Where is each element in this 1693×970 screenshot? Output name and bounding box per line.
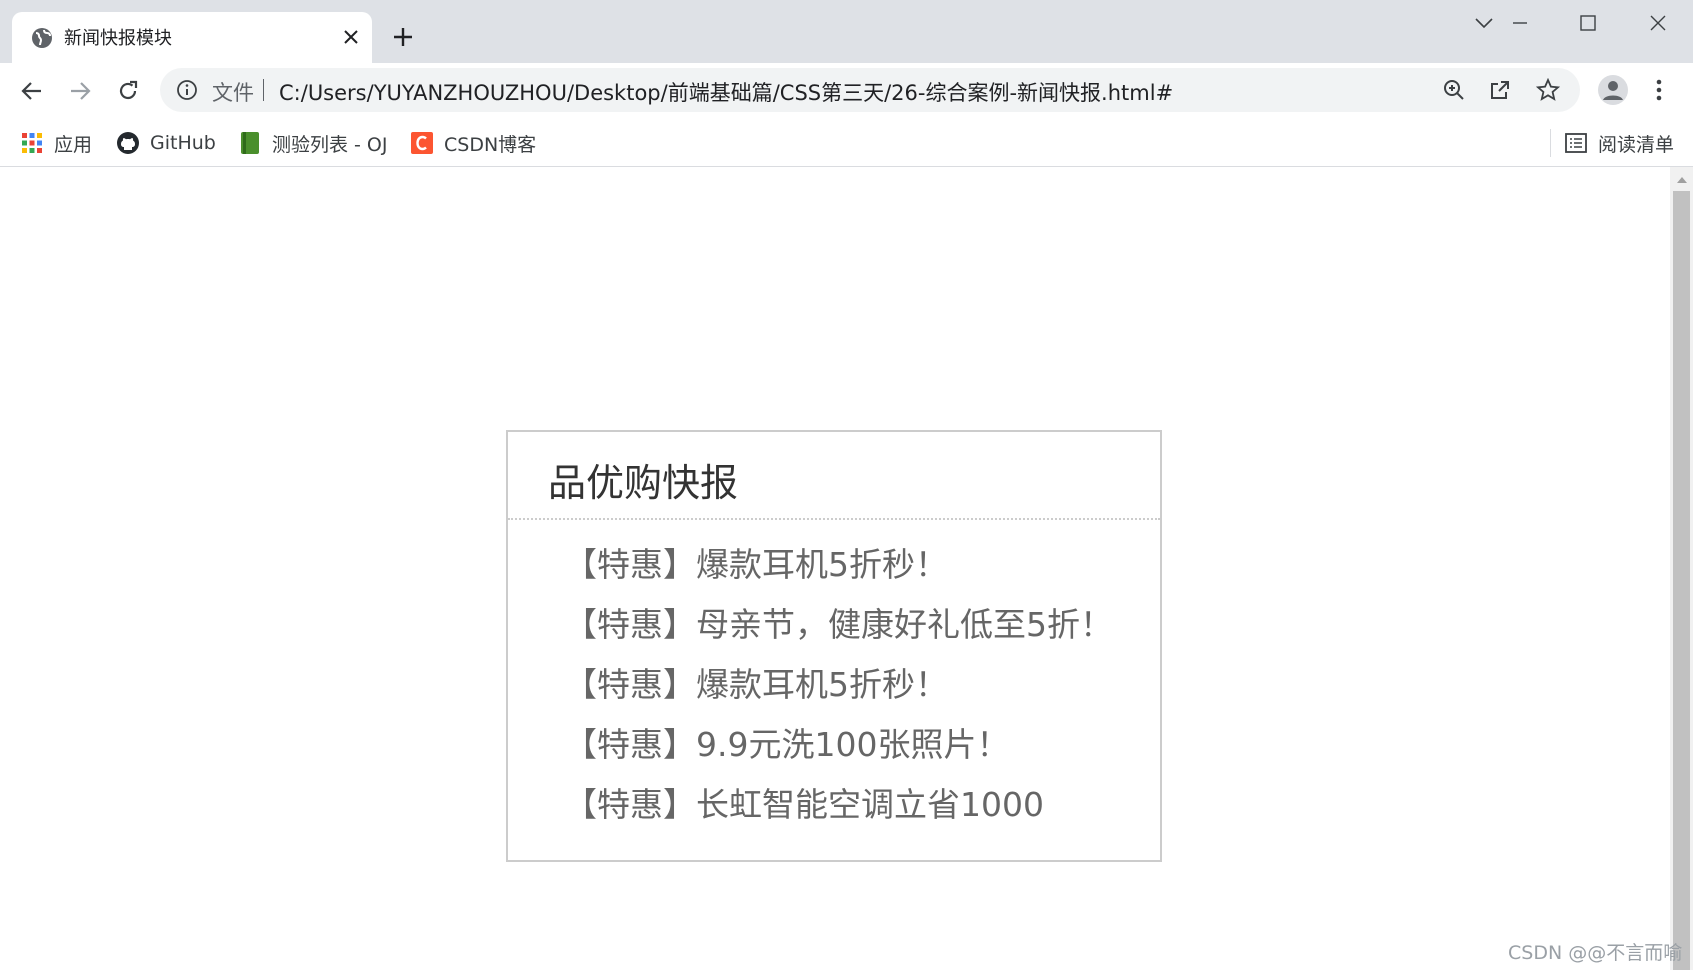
arrow-right-icon [71, 82, 91, 100]
bookmark-apps[interactable]: 应用 [20, 127, 92, 159]
chip-divider [263, 79, 264, 101]
tab-title: 新闻快报模块 [64, 28, 172, 49]
globe-icon [30, 26, 54, 50]
reading-list-button[interactable]: 阅读清单 [1564, 127, 1674, 159]
book-icon [238, 131, 262, 155]
bookmark-label: 应用 [54, 133, 93, 156]
arrow-left-icon [21, 82, 41, 100]
browser-tab[interactable]: 新闻快报模块 [12, 12, 372, 63]
url-text[interactable]: C:/Users/YUYANZHOUZHOU/Desktop/前端基础篇/CSS… [279, 77, 1173, 107]
news-header: 品优购快报 [508, 432, 1160, 520]
csdn-icon [410, 131, 434, 155]
list-item: 【特惠】9.9元洗100张照片！ [564, 723, 1113, 783]
bookmarks-bar: 应用 GitHub 测验列表 - OJ CSDN博客 阅读清单 [0, 119, 1693, 167]
news-box: 品优购快报 【特惠】爆款耳机5折秒！ 【特惠】母亲节，健康好礼低至5折！ 【特惠… [506, 430, 1162, 862]
list-item: 【特惠】爆款耳机5折秒！ [564, 663, 1113, 723]
news-link[interactable]: 【特惠】母亲节，健康好礼低至5折！ [564, 605, 1113, 644]
tab-close-icon[interactable] [336, 22, 366, 52]
news-link[interactable]: 【特惠】爆款耳机5折秒！ [564, 665, 948, 704]
watermark: CSDN @@不言而喻 [1508, 942, 1683, 964]
zoom-icon[interactable] [1440, 76, 1468, 104]
chevron-down-icon [1475, 18, 1493, 29]
kebab-menu-icon [1656, 79, 1662, 101]
tab-strip: 新闻快报模块 [0, 0, 1693, 63]
security-chip: 文件 [212, 81, 254, 105]
bookmark-star-icon[interactable] [1534, 76, 1562, 104]
list-item: 【特惠】母亲节，健康好礼低至5折！ [564, 603, 1113, 663]
page-viewport: 品优购快报 【特惠】爆款耳机5折秒！ 【特惠】母亲节，健康好礼低至5折！ 【特惠… [0, 167, 1670, 970]
close-icon [1650, 15, 1666, 31]
reload-icon [119, 80, 138, 100]
apps-grid-icon [20, 131, 44, 155]
browser-toolbar: 文件 C:/Users/YUYANZHOUZHOU/Desktop/前端基础篇/… [0, 63, 1693, 119]
bookmark-label: CSDN博客 [444, 133, 537, 156]
news-title: 品优购快报 [548, 461, 739, 505]
back-button[interactable] [14, 73, 50, 109]
reading-list-label: 阅读清单 [1598, 133, 1675, 156]
reload-button[interactable] [110, 73, 146, 109]
news-list: 【特惠】爆款耳机5折秒！ 【特惠】母亲节，健康好礼低至5折！ 【特惠】爆款耳机5… [564, 543, 1113, 843]
news-link[interactable]: 【特惠】爆款耳机5折秒！ [564, 545, 948, 584]
bookmark-oj[interactable]: 测验列表 - OJ [238, 127, 388, 159]
maximize-icon [1580, 15, 1596, 31]
minimize-button[interactable] [1498, 8, 1542, 38]
profile-avatar[interactable] [1594, 71, 1632, 109]
bookmark-github[interactable]: GitHub [116, 127, 216, 159]
address-bar[interactable]: 文件 C:/Users/YUYANZHOUZHOU/Desktop/前端基础篇/… [160, 68, 1580, 112]
bookmark-label: 测验列表 - OJ [272, 133, 388, 156]
bookmarks-divider [1550, 129, 1551, 157]
reading-list-icon [1564, 131, 1588, 155]
list-item: 【特惠】长虹智能空调立省1000 [564, 783, 1113, 843]
more-menu-button[interactable] [1644, 75, 1674, 105]
github-icon [116, 131, 140, 155]
close-window-button[interactable] [1636, 8, 1680, 38]
scroll-up-arrow-icon[interactable] [1670, 173, 1693, 187]
bookmark-csdn[interactable]: CSDN博客 [410, 127, 536, 159]
bookmark-label: GitHub [150, 132, 216, 154]
news-link[interactable]: 【特惠】长虹智能空调立省1000 [564, 785, 1044, 824]
list-item: 【特惠】爆款耳机5折秒！ [564, 543, 1113, 603]
news-link[interactable]: 【特惠】9.9元洗100张照片！ [564, 725, 1009, 764]
vertical-scrollbar[interactable] [1670, 167, 1693, 970]
new-tab-button[interactable] [386, 20, 420, 54]
scrollbar-thumb[interactable] [1673, 191, 1690, 970]
forward-button[interactable] [62, 73, 98, 109]
info-icon[interactable] [176, 79, 198, 101]
person-icon [1598, 75, 1628, 105]
minimize-icon [1513, 22, 1527, 24]
maximize-button[interactable] [1566, 8, 1610, 38]
plus-icon [394, 28, 412, 46]
share-icon[interactable] [1486, 76, 1514, 104]
